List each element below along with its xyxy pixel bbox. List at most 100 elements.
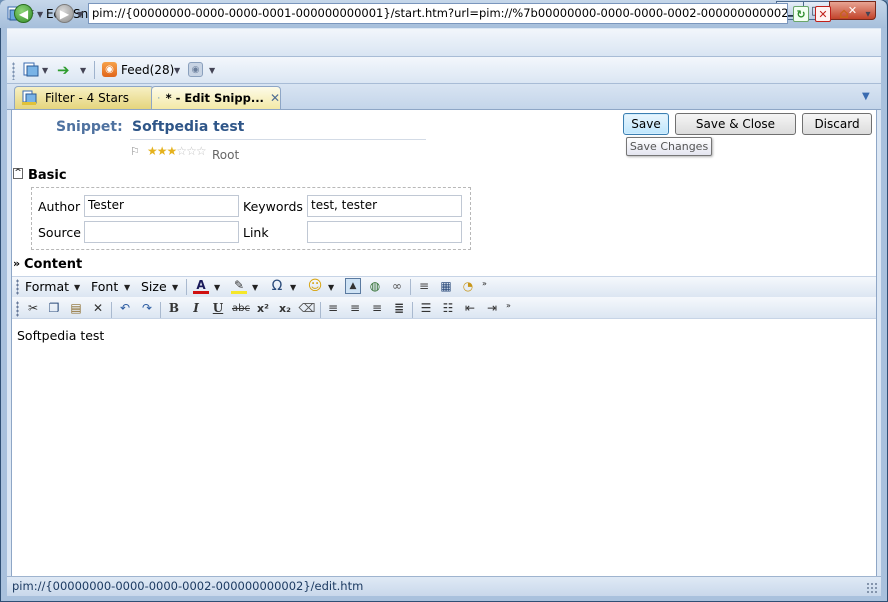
editor-toolbar-grip[interactable] — [16, 279, 19, 295]
toolbar-grip[interactable] — [12, 62, 15, 80]
insert-datetime-icon[interactable]: ◔ — [460, 278, 476, 294]
refresh-icon[interactable]: ↻ — [793, 6, 809, 22]
flag-icon[interactable]: ⚐ — [130, 145, 140, 158]
tab-filter-4-stars[interactable]: Filter - 4 Stars — [14, 86, 154, 109]
highlight-icon[interactable]: ✎ — [231, 278, 247, 294]
bold-icon[interactable]: B — [166, 300, 182, 316]
source-label: Source — [38, 225, 81, 240]
format-dropdown[interactable]: Format — [25, 279, 69, 294]
rss-feed-icon[interactable]: ◉ — [102, 62, 117, 77]
pim-dropdown-icon[interactable]: ▼ — [42, 66, 48, 75]
emoticon-icon[interactable]: ☺ — [307, 278, 323, 294]
insert-link-icon[interactable]: ∞ — [389, 278, 405, 294]
basic-collapse-icon[interactable]: ^ — [13, 168, 23, 179]
italic-icon[interactable]: I — [188, 300, 204, 316]
star-empty-icon[interactable]: ☆ — [196, 144, 207, 158]
rating-stars[interactable]: ★★★☆☆☆ — [147, 144, 207, 158]
align-left-icon[interactable]: ≡ — [325, 300, 341, 316]
emoticon-arrow-icon[interactable]: ▼ — [328, 283, 334, 292]
align-right-icon[interactable]: ≡ — [369, 300, 385, 316]
subscript-icon[interactable]: x₂ — [277, 300, 293, 316]
toolbar-overflow-icon[interactable]: » — [506, 301, 511, 310]
copy-icon[interactable]: ❐ — [46, 300, 62, 316]
star-empty-icon[interactable]: ☆ — [176, 144, 187, 158]
star-filled-icon[interactable]: ★ — [147, 144, 158, 158]
feed-dropdown-icon[interactable]: ▼ — [174, 66, 180, 75]
insert-table-icon[interactable]: ▦ — [438, 278, 454, 294]
back-history-dropdown-icon[interactable]: ▼ — [37, 10, 43, 19]
align-center-icon[interactable]: ≡ — [347, 300, 363, 316]
cut-icon[interactable]: ✂ — [25, 300, 41, 316]
tab-edit-snippet[interactable]: * - Edit Snipp... ✕ — [151, 86, 281, 109]
star-filled-icon[interactable]: ★ — [167, 144, 178, 158]
link-input[interactable] — [307, 221, 462, 243]
toolbar-separator — [186, 279, 187, 295]
horizontal-rule-icon[interactable]: ≡ — [416, 278, 432, 294]
discard-button[interactable]: Discard — [802, 113, 872, 135]
home-icon[interactable]: ⌂ — [836, 6, 852, 22]
save-button[interactable]: Save — [623, 113, 669, 135]
source-input[interactable] — [84, 221, 239, 243]
basic-section-heading[interactable]: Basic — [28, 168, 67, 183]
go-dropdown-icon[interactable]: ▼ — [80, 66, 86, 75]
insert-image-icon[interactable]: ▲ — [345, 278, 361, 294]
toolbar-overflow-icon[interactable]: » — [482, 279, 487, 288]
rss-disabled-icon[interactable]: ◉ — [188, 62, 203, 77]
star-empty-icon[interactable]: ☆ — [186, 144, 197, 158]
superscript-icon[interactable]: x² — [255, 300, 271, 316]
paste-icon[interactable]: ▤ — [68, 300, 84, 316]
eraser-icon[interactable]: ⌫ — [299, 300, 316, 316]
underline-icon[interactable]: U — [210, 300, 226, 316]
pim-home-icon[interactable] — [22, 61, 40, 79]
save-and-close-button[interactable]: Save & Close — [675, 113, 796, 135]
more-options-icon[interactable]: ▾ — [860, 6, 876, 22]
snippet-title[interactable]: Softpedia test — [132, 119, 244, 135]
tab-list-dropdown-icon[interactable]: ▼ — [862, 91, 870, 102]
toolbar-separator — [94, 61, 95, 79]
bulleted-list-icon[interactable]: ☰ — [418, 300, 434, 316]
text-color-icon[interactable]: A — [193, 278, 209, 294]
indent-icon[interactable]: ⇥ — [484, 300, 500, 316]
title-underline — [130, 139, 426, 140]
size-dropdown[interactable]: Size — [141, 279, 167, 294]
rss-dropdown-icon[interactable]: ▼ — [209, 66, 215, 75]
keywords-label: Keywords — [243, 199, 303, 214]
size-dropdown-arrow-icon[interactable]: ▼ — [172, 283, 178, 292]
editor-toolbar-grip[interactable] — [16, 301, 19, 317]
outdent-icon[interactable]: ⇤ — [462, 300, 478, 316]
numbered-list-icon[interactable]: ☷ — [440, 300, 456, 316]
special-char-icon[interactable]: Ω — [269, 278, 285, 294]
keywords-input[interactable]: test, tester — [307, 195, 462, 217]
content-expand-icon[interactable]: » — [13, 257, 20, 270]
forward-history-dropdown-icon[interactable]: ▼ — [77, 10, 83, 19]
redo-icon[interactable]: ↷ — [139, 300, 155, 316]
undo-icon[interactable]: ↶ — [117, 300, 133, 316]
strikethrough-icon[interactable]: abc — [231, 300, 251, 316]
rich-text-editor[interactable] — [12, 320, 876, 576]
stop-icon[interactable]: ✕ — [815, 6, 831, 22]
editor-content-text[interactable]: Softpedia test — [17, 328, 104, 343]
toolbar-separator — [160, 302, 161, 318]
tab-edit-label: * - Edit Snipp... — [165, 91, 264, 105]
feed-button-label[interactable]: Feed(28) — [121, 63, 174, 77]
status-url: pim://{00000000-0000-0000-0002-000000000… — [12, 579, 364, 593]
resize-grip[interactable] — [866, 582, 878, 594]
folder-label[interactable]: Root — [212, 148, 239, 162]
star-filled-icon[interactable]: ★ — [157, 144, 168, 158]
justify-icon[interactable]: ≣ — [391, 300, 407, 316]
address-input[interactable]: pim://{00000000-0000-0000-0001-000000000… — [88, 3, 788, 24]
font-dropdown[interactable]: Font — [91, 279, 118, 294]
font-dropdown-arrow-icon[interactable]: ▼ — [124, 283, 130, 292]
forward-button[interactable]: ▶ — [55, 4, 74, 23]
highlight-arrow-icon[interactable]: ▼ — [252, 283, 258, 292]
content-section-heading[interactable]: Content — [24, 257, 82, 272]
close-tab-icon[interactable]: ✕ — [270, 91, 280, 105]
delete-icon[interactable]: ✕ — [90, 300, 106, 316]
author-input[interactable]: Tester — [84, 195, 239, 217]
back-button[interactable]: ◀ — [14, 4, 33, 23]
special-char-arrow-icon[interactable]: ▼ — [290, 283, 296, 292]
format-dropdown-arrow-icon[interactable]: ▼ — [74, 283, 80, 292]
text-color-arrow-icon[interactable]: ▼ — [214, 283, 220, 292]
insert-web-image-icon[interactable]: ◍ — [367, 278, 383, 294]
go-arrow-icon[interactable]: ➔ — [57, 61, 70, 79]
